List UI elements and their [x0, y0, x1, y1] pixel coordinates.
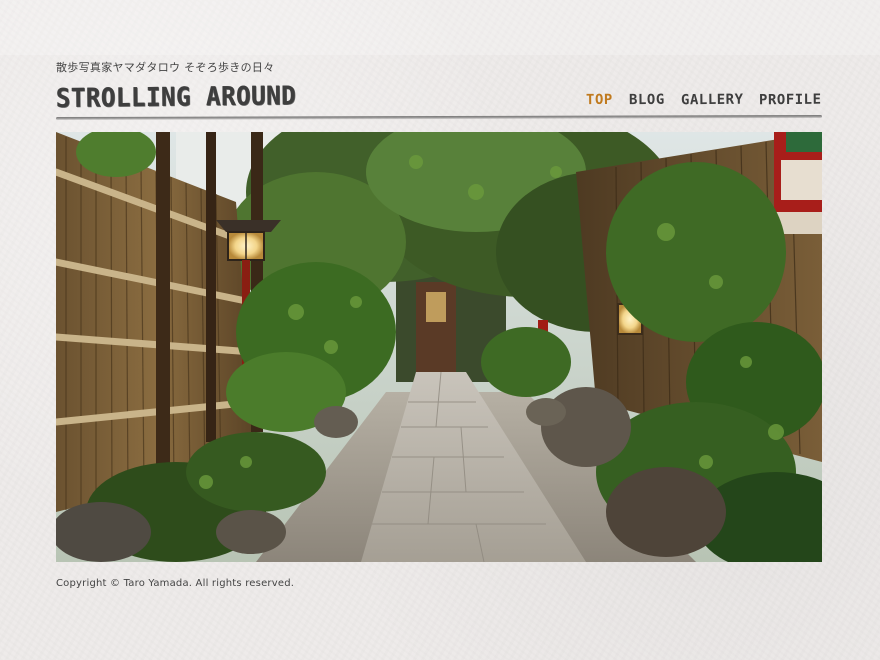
site-title-link[interactable]: STROLLING AROUND: [56, 81, 297, 114]
hero-image: [56, 132, 822, 562]
nav-item-top[interactable]: TOP: [586, 92, 613, 108]
nav-item-blog[interactable]: BLOG: [629, 92, 665, 108]
main-nav: TOP BLOG GALLERY PROFILE: [586, 92, 822, 109]
nav-item-gallery[interactable]: GALLERY: [681, 92, 744, 109]
top-strip: [0, 0, 880, 55]
hero-alley-illustration: [56, 132, 822, 562]
site-tagline: 散歩写真家ヤマダタロウ そぞろ歩きの日々: [56, 61, 275, 74]
footer-copyright: Copyright © Taro Yamada. All rights rese…: [56, 578, 295, 589]
nav-item-profile[interactable]: PROFILE: [759, 92, 822, 109]
